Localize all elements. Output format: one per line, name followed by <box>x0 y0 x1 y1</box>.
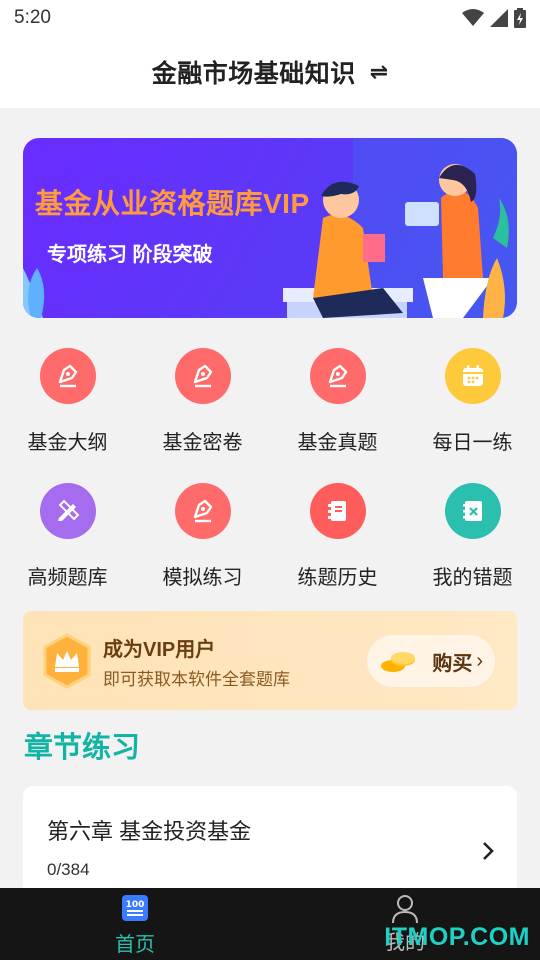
grid-item-fund-secret-paper[interactable]: 基金密卷 <box>135 340 270 470</box>
grid-item-my-mistakes[interactable]: 我的错题 <box>405 475 540 605</box>
switch-subject-icon[interactable]: ⇌ <box>370 59 388 85</box>
buy-label: 购买 <box>432 652 473 675</box>
grid-label: 基金大纲 <box>27 432 108 454</box>
page-title: 金融市场基础知识 <box>151 60 356 88</box>
chapter-item[interactable]: 第六章 基金投资基金 0/384 <box>23 786 517 896</box>
pen-icon <box>174 348 231 404</box>
pen-icon <box>174 483 231 539</box>
watermark: ITMOP.COM <box>384 923 530 951</box>
crown-badge-icon <box>43 633 91 689</box>
gold-coins-icon <box>381 652 415 672</box>
chevron-right-icon: › <box>476 649 483 672</box>
app-header: 金融市场基础知识 ⇌ <box>0 36 540 108</box>
buy-button[interactable]: 购买 › <box>367 635 495 687</box>
signal-icon <box>490 9 508 27</box>
vip-card[interactable]: 成为VIP用户 即可获取本软件全套题库 购买 › <box>23 611 517 710</box>
status-bar: 5:20 <box>0 0 540 36</box>
chapter-progress: 0/384 <box>47 860 90 879</box>
banner-subtitle: 专项练习 阶段突破 <box>47 244 213 266</box>
grid-item-fund-real-exam[interactable]: 基金真题 <box>270 340 405 470</box>
bottom-tab-bar: 100 首页 我的 ITMOP.COM <box>0 888 540 960</box>
grid-label: 基金密卷 <box>162 432 243 454</box>
tab-label: 首页 <box>115 934 155 956</box>
status-time: 5:20 <box>14 7 51 28</box>
grid-item-daily-practice[interactable]: 每日一练 <box>405 340 540 470</box>
grid-label: 高频题库 <box>27 567 108 589</box>
wifi-icon <box>462 9 484 26</box>
banner-title: 基金从业资格题库VIP <box>35 188 310 219</box>
notebook-icon <box>309 483 366 539</box>
status-icons <box>462 8 526 28</box>
home-100-icon: 100 <box>122 895 148 921</box>
pencil-ruler-icon <box>39 483 96 539</box>
grid-label: 我的错题 <box>432 567 513 589</box>
pen-icon <box>39 348 96 404</box>
grid-item-mock-practice[interactable]: 模拟练习 <box>135 475 270 605</box>
grid-label: 练题历史 <box>297 567 378 589</box>
vip-title: 成为VIP用户 <box>103 639 216 661</box>
grid-label: 模拟练习 <box>162 567 243 589</box>
battery-icon <box>514 8 526 28</box>
grid-item-practice-history[interactable]: 练题历史 <box>270 475 405 605</box>
tab-home[interactable]: 100 首页 <box>65 888 205 960</box>
calendar-icon <box>444 348 501 404</box>
section-title: 章节练习 <box>24 732 141 764</box>
grid-item-high-frequency[interactable]: 高频题库 <box>0 475 135 605</box>
user-icon <box>392 895 418 924</box>
banner-illustration <box>23 138 517 318</box>
grid-item-fund-outline[interactable]: 基金大纲 <box>0 340 135 470</box>
wrong-book-icon <box>444 483 501 539</box>
svg-text:100: 100 <box>126 900 145 910</box>
vip-description: 即可获取本软件全套题库 <box>103 670 290 689</box>
chapter-title: 第六章 基金投资基金 <box>47 819 252 844</box>
chevron-right-icon <box>483 842 494 860</box>
pen-icon <box>309 348 366 404</box>
grid-label: 每日一练 <box>432 432 513 454</box>
promo-banner[interactable]: 基金从业资格题库VIP 专项练习 阶段突破 <box>23 138 517 318</box>
grid-label: 基金真题 <box>297 432 378 454</box>
